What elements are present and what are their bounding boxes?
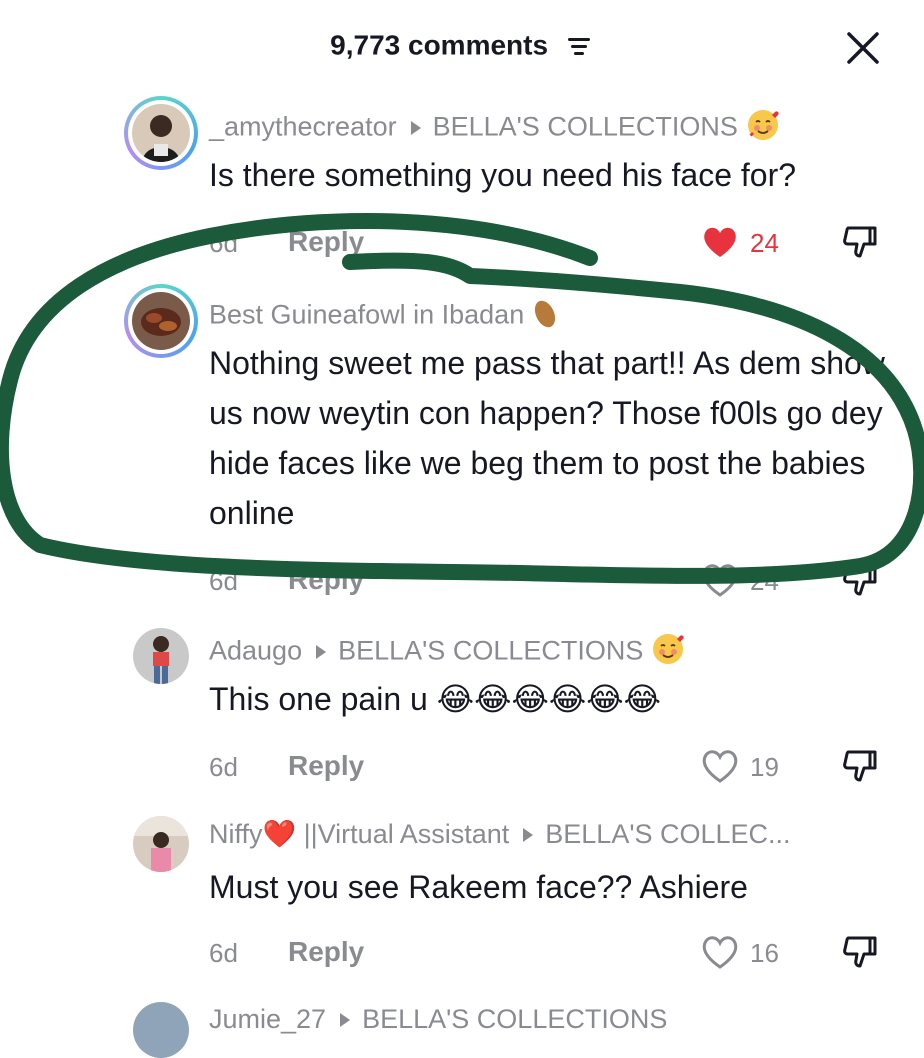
dislike-icon[interactable]	[840, 746, 880, 786]
reply-button[interactable]: Reply	[288, 936, 364, 968]
like-count: 19	[750, 752, 779, 782]
comment-meta: Jumie_27 BELLA'S COLLECTIONS	[209, 1004, 667, 1035]
reply-arrow-icon	[523, 827, 534, 842]
comment-text: Must you see Rakeem face?? Ashiere	[209, 869, 748, 905]
reply-to[interactable]: BELLA'S COLLECTIONS	[338, 636, 643, 666]
comment-actions: 6d Reply 19	[0, 746, 924, 790]
comment-meta: Adaugo BELLA'S COLLECTIONS	[209, 632, 685, 673]
comments-header: 9,773 comments	[0, 28, 924, 62]
drumstick-icon	[532, 296, 562, 337]
comments-count: 9,773 comments	[330, 29, 549, 61]
username[interactable]: Niffy❤️ ||Virtual Assistant	[209, 819, 509, 849]
comment-date: 6d	[209, 566, 238, 596]
reply-arrow-icon	[340, 1012, 351, 1027]
close-icon[interactable]	[843, 28, 883, 68]
comment-date: 6d	[209, 752, 238, 782]
dislike-icon[interactable]	[840, 560, 880, 600]
dislike-icon[interactable]	[840, 222, 880, 262]
avatar[interactable]	[133, 1002, 189, 1058]
heart-outline-icon[interactable]	[700, 746, 740, 786]
like-count: 24	[750, 228, 779, 258]
username[interactable]: Jumie_27	[209, 1004, 326, 1034]
heart-filled-icon[interactable]	[700, 222, 740, 262]
username[interactable]: _amythecreator	[209, 112, 397, 142]
comment-actions: 6d Reply 24	[0, 560, 924, 604]
reply-arrow-icon	[410, 120, 421, 135]
avatar[interactable]	[133, 816, 189, 872]
like-count: 24	[750, 566, 779, 596]
comment-date: 6d	[209, 938, 238, 968]
smiling-face-with-hearts-icon	[746, 108, 780, 149]
comment-actions: 6d Reply 24	[0, 222, 924, 266]
filter-icon[interactable]	[564, 35, 594, 57]
reply-button[interactable]: Reply	[288, 226, 364, 258]
reply-to[interactable]: BELLA'S COLLEC...	[545, 819, 790, 849]
username[interactable]: Adaugo	[209, 636, 302, 666]
reply-arrow-icon	[316, 644, 327, 659]
comment-meta: Best Guineafowl in Ibadan	[209, 296, 562, 337]
reply-button[interactable]: Reply	[288, 564, 364, 596]
smiling-face-with-hearts-icon	[651, 632, 685, 673]
comment-meta: Niffy❤️ ||Virtual Assistant BELLA'S COLLE…	[209, 818, 791, 850]
dislike-icon[interactable]	[840, 932, 880, 972]
heart-outline-icon[interactable]	[700, 560, 740, 600]
heart-outline-icon[interactable]	[700, 932, 740, 972]
comments-sheet: 9,773 comments _amythecreator BELLA'S COL…	[0, 0, 924, 1058]
avatar[interactable]	[133, 628, 189, 684]
comment-meta: _amythecreator BELLA'S COLLECTIONS	[209, 108, 780, 149]
reply-button[interactable]: Reply	[288, 750, 364, 782]
avatar[interactable]	[124, 284, 198, 358]
comment-text: Is there something you need his face for…	[209, 157, 797, 193]
comment-actions: 6d Reply 16	[0, 932, 924, 976]
like-count: 16	[750, 938, 779, 968]
reply-to[interactable]: BELLA'S COLLECTIONS	[362, 1004, 667, 1034]
reply-to[interactable]: BELLA'S COLLECTIONS	[433, 112, 738, 142]
comment-text: Nothing sweet me pass that part!! As dem…	[209, 345, 885, 531]
comment-date: 6d	[209, 228, 238, 258]
comment-text: This one pain u 😂😂😂😂😂😂	[209, 681, 662, 717]
avatar[interactable]	[124, 96, 198, 170]
username[interactable]: Best Guineafowl in Ibadan	[209, 300, 524, 330]
